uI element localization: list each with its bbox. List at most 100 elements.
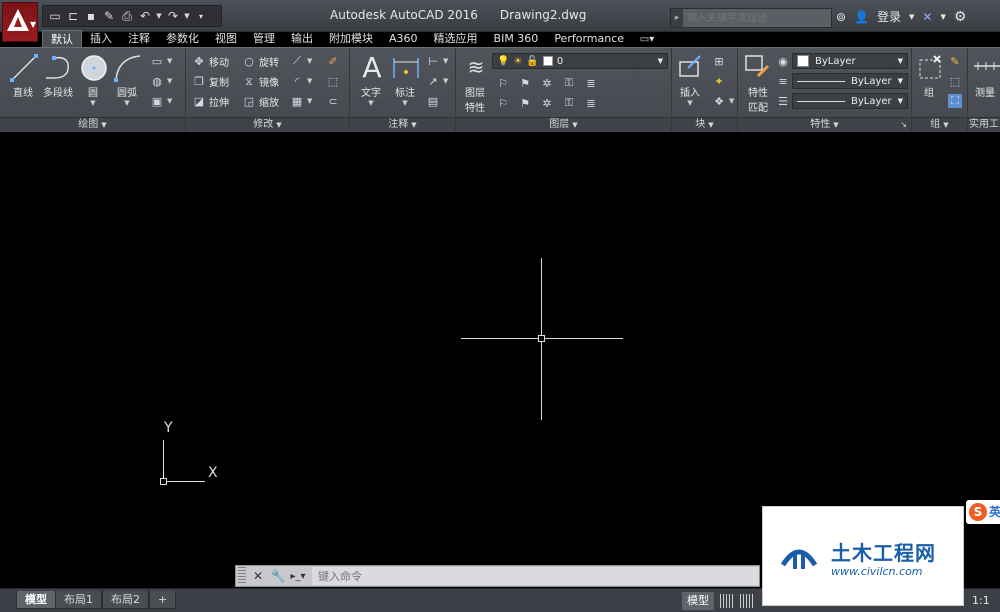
lineweight-icon[interactable]: ☰ — [776, 94, 790, 108]
polyline-button[interactable]: 多段线 — [40, 52, 76, 99]
layer-copy-icon[interactable]: ≣ — [584, 96, 598, 110]
scale-button[interactable]: ◲ 缩放 — [242, 94, 279, 109]
redo-icon[interactable]: ↷ — [165, 8, 181, 24]
line-button[interactable]: 直线 — [8, 52, 38, 99]
boundary-dropdown-icon[interactable]: ▼ — [167, 97, 172, 105]
layer-properties-button[interactable]: ≋ 图层 特性 — [460, 52, 490, 114]
insert-dropdown-icon[interactable]: ▼ — [674, 99, 706, 107]
erase-button[interactable]: ✐ — [326, 54, 340, 68]
group-edit-tool[interactable]: ⬚ — [948, 74, 962, 88]
fillet-button[interactable]: ◜ ▼ — [290, 74, 313, 88]
boundary-tool[interactable]: ▣ ▼ — [150, 94, 173, 108]
copy-button[interactable]: ❐ 复制 — [192, 74, 229, 89]
stretch-button[interactable]: ◪ 拉伸 — [192, 94, 229, 109]
search-expand-icon[interactable]: ▸ — [671, 9, 683, 27]
layout-tab-layout2[interactable]: 布局2 — [102, 591, 149, 609]
annotation-scale[interactable]: 1:1 — [972, 594, 990, 607]
command-line-grip[interactable] — [238, 567, 246, 585]
ungroup-tool[interactable]: ✎ — [948, 54, 962, 68]
layout-tab-model[interactable]: 模型 — [16, 591, 56, 609]
model-space-button[interactable]: 模型 — [682, 592, 714, 610]
color-wheel-icon[interactable]: ◉ — [776, 54, 790, 68]
ribbon-display-toggle-icon[interactable]: ▭▾ — [636, 32, 658, 46]
tab-insert[interactable]: 插入 — [82, 30, 120, 48]
layer-thaw-icon[interactable]: ✲ — [540, 96, 554, 110]
dimension-button[interactable]: 标注 ▼ — [390, 52, 420, 107]
tab-addins[interactable]: 附加模块 — [321, 30, 381, 48]
user-icon[interactable]: 👤 — [854, 10, 869, 24]
tab-a360[interactable]: A360 — [381, 30, 426, 48]
explode-button[interactable]: ⬚ — [326, 74, 340, 88]
account-icon[interactable]: ⚙ — [954, 9, 967, 25]
login-button[interactable]: 登录 — [877, 8, 901, 25]
circle-dropdown-icon[interactable]: ▼ — [78, 99, 108, 107]
save-icon[interactable]: ▪ — [83, 8, 99, 24]
linetype-icon[interactable]: ≡ — [776, 74, 790, 88]
create-block-tool[interactable]: ⊞ — [712, 54, 726, 68]
array-button[interactable]: ▦ ▼ — [290, 94, 313, 108]
hatch-dropdown-icon[interactable]: ▼ — [167, 77, 172, 85]
measure-button[interactable]: 测量 — [970, 52, 1000, 99]
tab-view[interactable]: 视图 — [207, 30, 245, 48]
trim-dropdown-icon[interactable]: ▼ — [307, 57, 312, 65]
offset-button[interactable]: ⊂ — [326, 94, 340, 108]
layer-current-icon[interactable]: ⚐ — [496, 96, 510, 110]
application-menu-button[interactable]: ▼ — [2, 2, 38, 42]
rectangle-tool[interactable]: ▭ ▼ — [150, 54, 173, 68]
tab-manage[interactable]: 管理 — [245, 30, 283, 48]
snap-mode-icon[interactable] — [740, 594, 754, 608]
lineweight-dropdown[interactable]: ByLayer ▼ — [792, 93, 908, 109]
layer-off-icon[interactable]: ⚐ — [496, 76, 510, 90]
rotate-button[interactable]: ○ 旋转 — [242, 54, 279, 69]
match-properties-button[interactable]: 特性 匹配 — [742, 52, 774, 114]
leader-dropdown-icon[interactable]: ▼ — [443, 77, 448, 85]
search-input[interactable] — [683, 12, 823, 24]
insert-block-button[interactable]: 插入 ▼ — [674, 52, 706, 107]
tab-parametric[interactable]: 参数化 — [158, 30, 207, 48]
command-prompt-icon[interactable]: ▸_▾ — [290, 568, 306, 584]
undo-dropdown-icon[interactable]: ▼ — [155, 8, 163, 24]
help-dropdown-icon[interactable]: ▼ — [940, 13, 945, 21]
open-folder-icon[interactable]: ⊏ — [65, 8, 81, 24]
linetype-dropdown[interactable]: ByLayer ▼ — [792, 73, 908, 89]
group-select-tool[interactable]: ⛶ — [948, 94, 962, 108]
layer-lock-icon[interactable]: ⚿ — [562, 76, 576, 90]
circle-button[interactable]: 圆 ▼ — [78, 52, 108, 107]
leader-tool[interactable]: ↗ ▼ — [426, 74, 448, 88]
array-dropdown-icon[interactable]: ▼ — [307, 97, 312, 105]
color-dropdown[interactable]: ByLayer ▼ — [792, 53, 908, 69]
fillet-dropdown-icon[interactable]: ▼ — [307, 77, 312, 85]
customize-qat-icon[interactable]: ▾ — [193, 8, 209, 24]
layout-tab-layout1[interactable]: 布局1 — [55, 591, 102, 609]
wrench-icon[interactable]: 🔧 — [270, 568, 286, 584]
panel-modify-footer[interactable]: 修改 ▼ — [186, 117, 349, 132]
attributes-dropdown-icon[interactable]: ▼ — [729, 97, 734, 105]
panel-properties-footer[interactable]: 特性 ▼ ↘ — [738, 117, 911, 132]
tab-featured-apps[interactable]: 精选应用 — [426, 30, 486, 48]
command-input[interactable] — [312, 567, 759, 585]
block-attributes-tool[interactable]: ❖ ▼ — [712, 94, 734, 108]
layer-unisolate-icon[interactable]: ⚑ — [518, 96, 532, 110]
tab-default[interactable]: 默认 — [42, 30, 82, 48]
text-button[interactable]: A 文字 ▼ — [356, 52, 386, 108]
linear-dim-dropdown-icon[interactable]: ▼ — [443, 57, 448, 65]
panel-draw-footer[interactable]: 绘图 ▼ — [0, 117, 185, 132]
arc-button[interactable]: 圆弧 ▼ — [112, 52, 142, 107]
panel-block-footer[interactable]: 块 ▼ — [672, 117, 737, 132]
layer-match-icon[interactable]: ≣ — [584, 76, 598, 90]
group-button[interactable]: 组 — [914, 52, 944, 99]
text-dropdown-icon[interactable]: ▼ — [356, 99, 386, 107]
layer-isolate-icon[interactable]: ⚑ — [518, 76, 532, 90]
layer-dropdown[interactable]: 💡 ☀ 🔓 0 ▼ — [492, 53, 668, 69]
new-file-icon[interactable]: ▭ — [47, 8, 63, 24]
close-icon[interactable]: ✕ — [250, 568, 266, 584]
panel-groups-footer[interactable]: 组 ▼ — [912, 117, 967, 132]
tab-bim360[interactable]: BIM 360 — [486, 30, 547, 48]
dialog-launcher-icon[interactable]: ↘ — [900, 118, 907, 132]
redo-dropdown-icon[interactable]: ▼ — [183, 8, 191, 24]
print-icon[interactable]: ⎙ — [119, 8, 135, 24]
grid-display-icon[interactable] — [720, 594, 734, 608]
panel-annotation-footer[interactable]: 注释 ▼ — [350, 117, 455, 132]
arc-dropdown-icon[interactable]: ▼ — [112, 99, 142, 107]
binoculars-icon[interactable]: ⊚ — [836, 10, 846, 24]
